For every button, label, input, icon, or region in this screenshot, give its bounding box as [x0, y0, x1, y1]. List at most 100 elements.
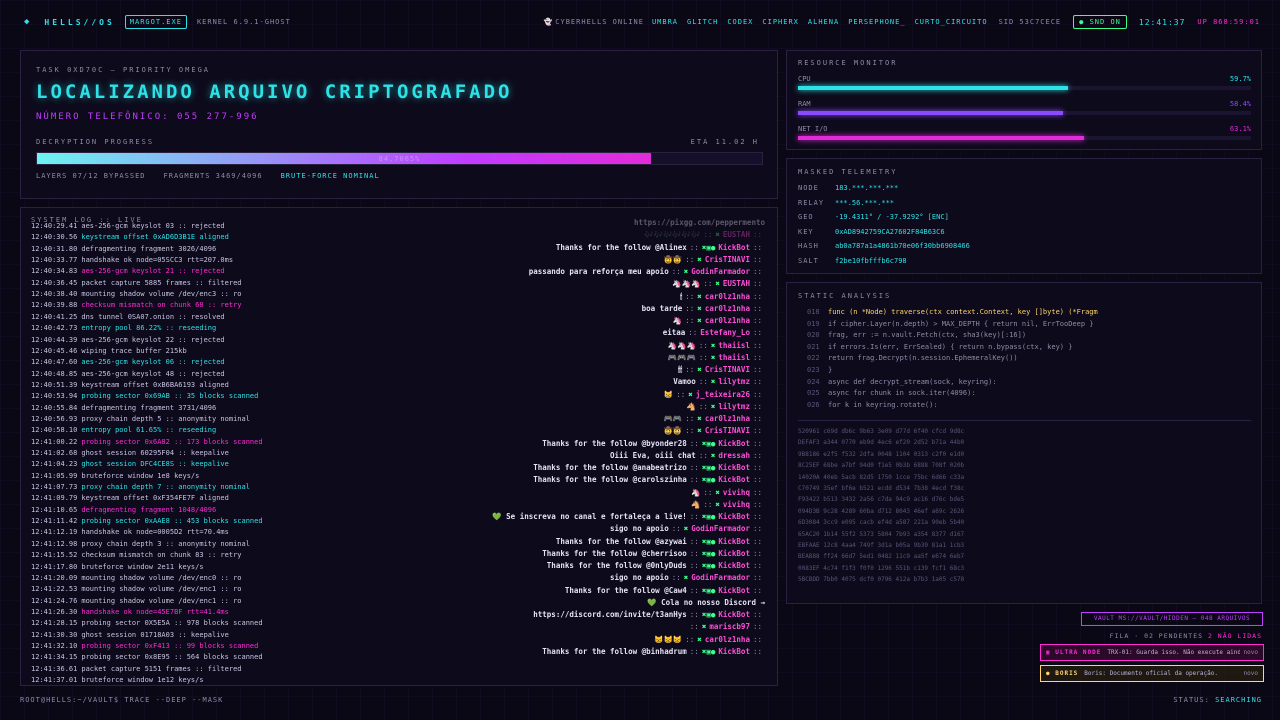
chat-username[interactable]: KickBot [718, 512, 750, 521]
resource-track [798, 86, 1251, 90]
chat-username[interactable]: EUSTAH [723, 230, 750, 239]
log-timestamp: 12:41:20.09 [31, 573, 78, 582]
chat-separator: :: [752, 450, 762, 460]
log-line: 12:41:09.79 keystream offset 0xF354FE7F a… [31, 494, 229, 502]
chat-username[interactable]: CrisTINAVI [705, 426, 750, 435]
online-user[interactable]: PERSEPHONE_ [848, 18, 905, 26]
telemetry-key: HASH [798, 242, 819, 250]
chat-username[interactable]: thaiisl [718, 353, 750, 362]
chat-message-text: 💚 Se inscreva no canal e fortaleça a liv… [492, 512, 687, 521]
chat-username[interactable]: GodinFarmador [691, 573, 750, 582]
chat-badge-icon: ✖ [710, 450, 716, 460]
uptime: UP 868:59:01 [1197, 18, 1260, 26]
sound-toggle-button[interactable]: ● SND ON [1073, 15, 1127, 29]
chat-username[interactable]: car0lz1nha [705, 414, 750, 423]
chat-username[interactable]: KickBot [718, 549, 750, 558]
log-line: 12:40:48.85 aes-256-gcm keyslot 48 :: rej… [31, 370, 225, 378]
chat-message: boa tarde:: ✖ car0lz1nha:: [642, 304, 765, 313]
log-timestamp: 12:41:26.30 [31, 607, 78, 616]
chat-separator: :: [689, 512, 699, 521]
log-text: aes-256-gcm keyslot 03 :: rejected [81, 222, 225, 230]
task-panel: TASK 0XD70C — PRIORITY OMEGA LOCALIZANDO… [20, 50, 778, 199]
chat-username[interactable]: car0lz1nha [705, 292, 750, 301]
chat-message: 🦄:: ✖ car0lz1nha:: [673, 316, 765, 325]
chat-username[interactable]: KickBot [718, 537, 750, 546]
resource-track [798, 111, 1251, 115]
notification-boris[interactable]: ● BORIS Boris: Documento oficial da oper… [1040, 665, 1264, 682]
online-user[interactable]: CIPHERX [762, 18, 799, 26]
log-line: 12:40:44.39 aes-256-gcm keyslot 22 :: rej… [31, 336, 225, 344]
chat-username[interactable]: KickBot [718, 243, 750, 252]
chat-message: 😸😸😸:: ✖ car0lz1nha:: [654, 635, 765, 644]
layers-stat: LAYERS 07/12 BYPASSED [36, 172, 146, 180]
chat-username[interactable]: KickBot [718, 586, 750, 595]
task-stats: LAYERS 07/12 BYPASSED FRAGMENTS 3469/409… [36, 172, 380, 180]
chat-message: eitaa:: Estefany_Lo:: [663, 328, 765, 337]
code-line: 024 async def decrypt_stream(sock, keyrin… [807, 378, 997, 386]
chat-username[interactable]: car0lz1nha [705, 635, 750, 644]
chat-username[interactable]: KickBot [718, 561, 750, 570]
chat-badge-icon: ✖ [710, 340, 716, 350]
chat-separator: :: [689, 610, 699, 619]
online-user[interactable]: UMBRA [652, 18, 678, 26]
log-text: aes-256-gcm keyslot 48 :: rejected [81, 369, 225, 378]
chat-username[interactable]: KickBot [718, 463, 750, 472]
chat-separator: :: [689, 646, 699, 656]
online-user[interactable]: ALHENA [808, 18, 839, 26]
chat-message-text: boa tarde [641, 303, 683, 313]
chat-message-text: 🦄 [690, 487, 701, 497]
chat-badge-icon: ✖ [683, 267, 689, 276]
chat-username[interactable]: thaiisl [718, 341, 750, 350]
log-timestamp: 12:41:24.76 [31, 596, 78, 605]
log-text: ghost session DFC4CE8S :: keepalive [81, 460, 229, 469]
resource-track [798, 136, 1251, 140]
resource-monitor-panel: RESOURCE MONITOR CPU 59.7% RAM 58.4% NET I/O… [786, 50, 1262, 150]
chat-username[interactable]: vivihq [723, 500, 750, 509]
vault-link[interactable]: VAULT MS://VAULT/HIDDEN — 048 ARQUIVOS [1081, 612, 1263, 626]
chat-username[interactable]: j_teixeira26 [696, 390, 750, 399]
online-user[interactable]: CURTO_CIRCUITO [915, 18, 988, 26]
chat-username[interactable]: car0lz1nha [705, 304, 750, 313]
chat-username[interactable]: lilytmz [718, 377, 750, 386]
system-log-panel: SYSTEM LOG :: LIVE 12:40:29.41 aes-256-gc… [20, 207, 778, 686]
log-line: 12:41:26.30 handshake ok node=45E7BF rtt=… [31, 608, 229, 616]
chat-message: 🦄🦄🦄:: ✖ thaiisl:: [668, 341, 765, 350]
chat-username[interactable]: KickBot [718, 647, 750, 656]
chat-message-text: Thanks for the follow @carolszinha [533, 475, 687, 485]
chat-separator: :: [685, 634, 695, 644]
online-user[interactable]: GLITCH [687, 18, 718, 26]
chat-separator: :: [703, 279, 713, 289]
chat-username[interactable]: vivihq [723, 488, 750, 497]
chat-username[interactable]: CrisTINAVI [705, 365, 750, 374]
chat-username[interactable]: CrisTINAVI [705, 255, 750, 264]
chat-username[interactable]: GodinFarmador [691, 267, 750, 276]
chat-username[interactable]: EUSTAH [723, 279, 750, 288]
user-chip[interactable]: MARGOT.EXE [124, 15, 187, 29]
log-line: 12:40:31.80 defragmenting fragment 3026/4… [31, 245, 216, 253]
task-title: LOCALIZANDO ARQUIVO CRIPTOGRAFADO [36, 81, 513, 103]
chat-username[interactable]: KickBot [718, 439, 750, 448]
chat-username[interactable]: Estefany_Lo [700, 328, 750, 337]
chat-username[interactable]: lilytmz [718, 402, 750, 411]
chat-username[interactable]: KickBot [718, 610, 750, 619]
log-line: 12:41:30.30 ghost session 01718A03 :: kee… [31, 631, 229, 639]
terminal-prompt[interactable]: ROOT@HELLS:~/VAULT$ TRACE --DEEP --MASK [20, 696, 223, 704]
chat-username[interactable]: GodinFarmador [691, 524, 750, 533]
log-text: proxy chain depth 7 :: anonymity nominal [81, 483, 250, 492]
line-number: 023 [807, 366, 820, 374]
log-timestamp: 12:40:48.85 [31, 369, 78, 378]
chat-message: 😸:: ✖ j_teixeira26:: [664, 390, 765, 399]
chat-username[interactable]: KickBot [718, 475, 750, 484]
online-user[interactable]: CODEX [727, 18, 753, 26]
chat-badge-icon: ✖ [697, 316, 702, 325]
chat-message-text: Thanks for the follow @anabeatrizo [533, 463, 687, 472]
chat-separator: :: [752, 475, 762, 485]
log-text: probing sector 0xF413 :: 99 blocks scann… [81, 641, 259, 650]
chat-message-text: 🕯 [680, 291, 683, 301]
notification-ultra-node[interactable]: ▣ ULTRA NODE TRX-01: Guarda isso. Não ex… [1040, 644, 1264, 661]
chat-separator: :: [685, 365, 695, 374]
chat-username[interactable]: car0lz1nha [705, 316, 750, 325]
chat-separator: :: [752, 267, 762, 276]
chat-username[interactable]: dressah [718, 451, 750, 460]
chat-username[interactable]: mariscb97 [709, 622, 750, 631]
